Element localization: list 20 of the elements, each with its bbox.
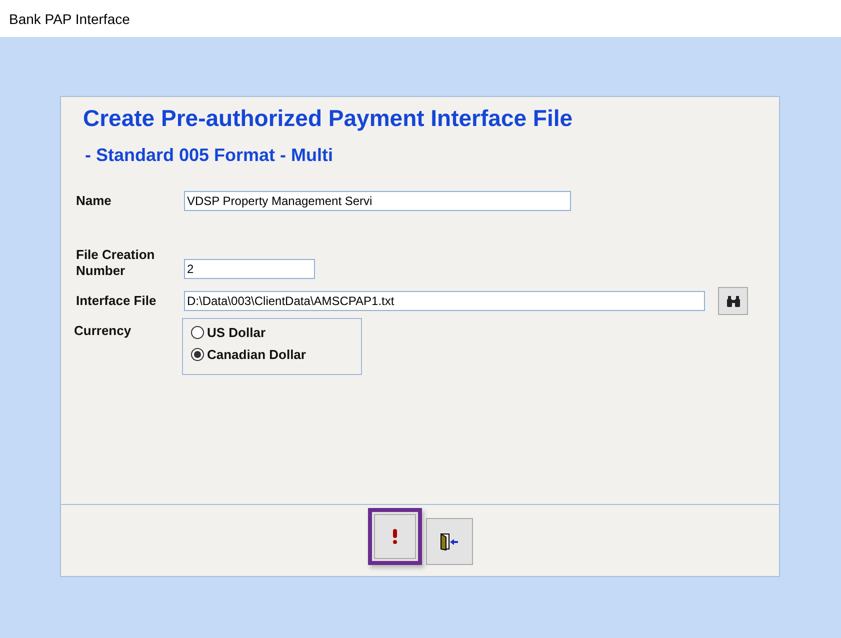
form-title: Create Pre-authorized Payment Interface File <box>83 105 574 132</box>
radio-option[interactable]: US Dollar <box>191 325 361 340</box>
field-label: Name <box>76 193 112 209</box>
exit-door-icon <box>439 532 459 550</box>
input-field[interactable]: D:\Data\003\ClientData\AMSCPAP1.txt <box>184 291 705 311</box>
field-label: Interface File <box>76 293 158 309</box>
exit-button[interactable] <box>426 518 472 565</box>
form-subtitle: - Standard 005 Format - Multi <box>85 145 334 166</box>
radio-icon[interactable] <box>191 326 204 339</box>
window-title: Bank PAP Interface <box>0 0 841 37</box>
browse-button[interactable] <box>718 287 748 315</box>
input-field[interactable]: 2 <box>184 259 315 279</box>
binoculars-icon <box>726 296 740 306</box>
input-field[interactable]: VDSP Property Management Servi <box>184 191 571 211</box>
radio-icon[interactable] <box>191 348 204 361</box>
field-label: File Creation Number <box>76 247 156 279</box>
radio-option[interactable]: Canadian Dollar <box>191 347 361 362</box>
exclamation-icon <box>392 529 398 544</box>
run-button[interactable] <box>368 508 422 565</box>
field-label: Currency <box>74 323 132 339</box>
